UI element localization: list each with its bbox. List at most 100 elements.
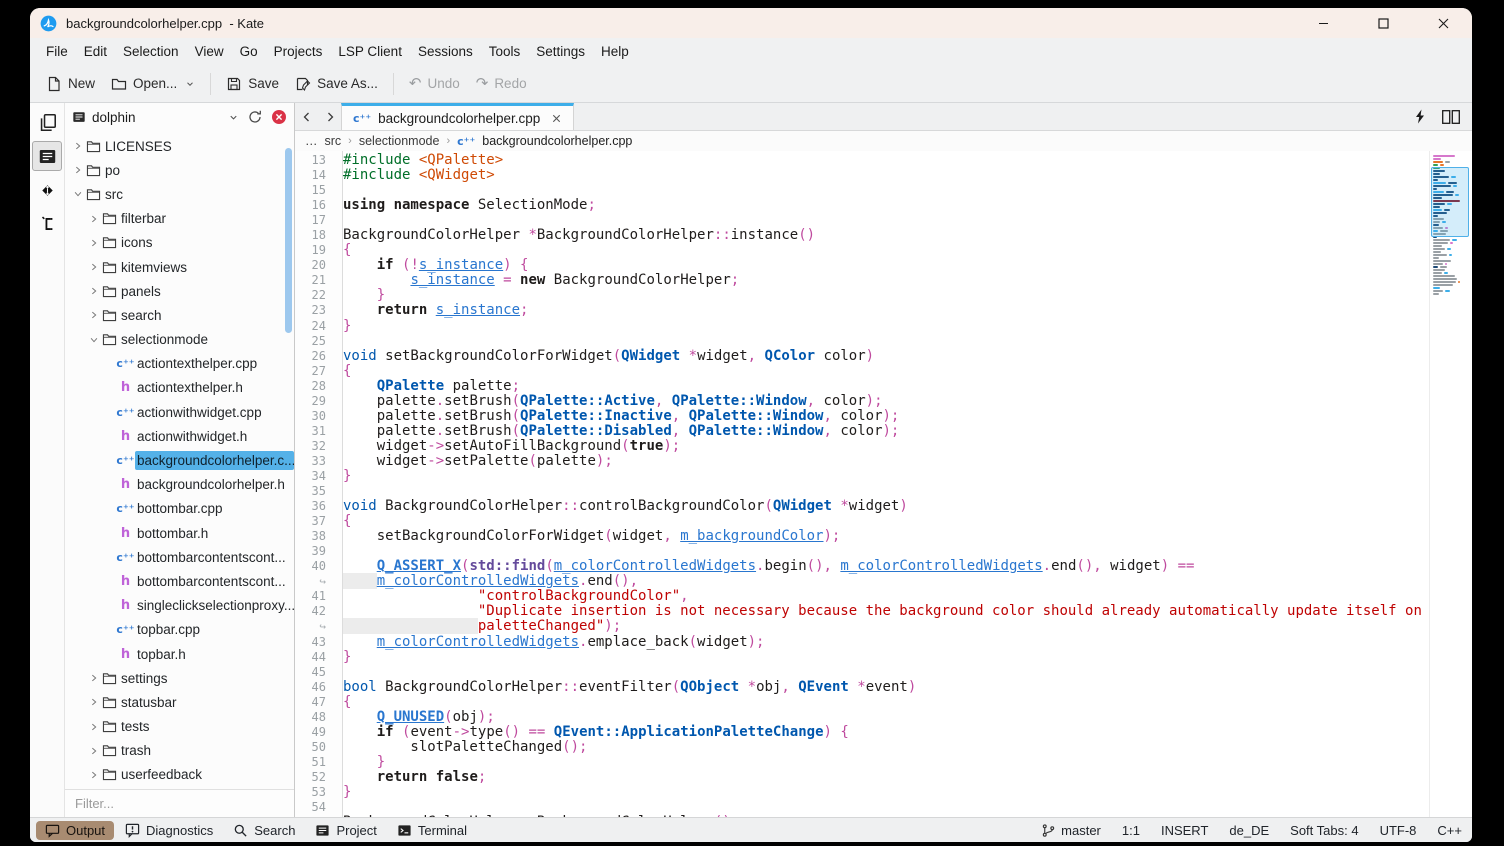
tree-file-actionwithwidget-cpp[interactable]: c⁺⁺actionwithwidget.cpp — [65, 400, 294, 424]
toolview-button-documents-icon[interactable] — [32, 107, 62, 137]
open--button[interactable]: Open... — [103, 71, 203, 97]
tree-folder-userfeedback[interactable]: userfeedback — [65, 763, 294, 787]
minimap-row — [1433, 245, 1472, 247]
tree-file-topbar-cpp[interactable]: c⁺⁺topbar.cpp — [65, 618, 294, 642]
toolview-button-git-icon[interactable] — [32, 175, 62, 205]
tree-file-bottombarcontentscont-[interactable]: hbottombarcontentscont... — [65, 569, 294, 593]
tree-folder-selectionmode[interactable]: selectionmode — [65, 328, 294, 352]
toolview-terminal-button[interactable]: Terminal — [388, 821, 476, 840]
status-de-de[interactable]: de_DE — [1229, 823, 1269, 838]
tree-folder-icons[interactable]: icons — [65, 231, 294, 255]
chevron-down-icon[interactable] — [87, 333, 100, 346]
status-soft-tabs-4[interactable]: Soft Tabs: 4 — [1290, 823, 1358, 838]
redo-button[interactable]: ↷Redo — [468, 71, 535, 96]
menu-go[interactable]: Go — [232, 40, 266, 63]
tree-file-bottombar-h[interactable]: hbottombar.h — [65, 521, 294, 545]
status-c-[interactable]: C++ — [1437, 823, 1462, 838]
menu-sessions[interactable]: Sessions — [410, 40, 481, 63]
tree-folder-src[interactable]: src — [65, 182, 294, 206]
titlebar[interactable]: backgroundcolorhelper.cpp - Kate — [30, 8, 1472, 38]
tree-file-actionwithwidget-h[interactable]: hactionwithwidget.h — [65, 424, 294, 448]
toolview-project-button[interactable]: Project — [306, 821, 385, 840]
tree-file-bottombar-cpp[interactable]: c⁺⁺bottombar.cpp — [65, 497, 294, 521]
menu-selection[interactable]: Selection — [115, 40, 187, 63]
quick-open-bolt-icon[interactable] — [1414, 109, 1426, 124]
maximize-button[interactable] — [1370, 12, 1396, 34]
tree-folder-search[interactable]: search — [65, 303, 294, 327]
menu-help[interactable]: Help — [593, 40, 637, 63]
chevron-right-icon[interactable] — [87, 672, 100, 685]
status-insert[interactable]: INSERT — [1161, 823, 1208, 838]
tree-file-backgroundcolorhelper-c-[interactable]: c⁺⁺backgroundcolorhelper.c... — [65, 448, 294, 472]
tree-folder-po[interactable]: po — [65, 158, 294, 182]
chevron-right-icon[interactable] — [87, 236, 100, 249]
chevron-right-icon[interactable] — [87, 285, 100, 298]
tree-file-singleclickselectionproxy-[interactable]: hsingleclickselectionproxy... — [65, 594, 294, 618]
tree-file-bottombarcontentscont-[interactable]: c⁺⁺bottombarcontentscont... — [65, 545, 294, 569]
code-editor[interactable]: 1314151617181920212223242526272829303132… — [295, 151, 1472, 817]
status-master[interactable]: master — [1041, 823, 1101, 838]
menu-settings[interactable]: Settings — [528, 40, 593, 63]
chevron-right-icon[interactable] — [71, 164, 84, 177]
toolview-button-symbols-icon[interactable] — [32, 209, 62, 239]
project-file-tree[interactable]: LICENSESposrcfilterbariconskitemviewspan… — [65, 131, 294, 789]
new-button[interactable]: New — [38, 71, 103, 97]
menu-projects[interactable]: Projects — [266, 40, 331, 63]
tree-file-actiontexthelper-cpp[interactable]: c⁺⁺actiontexthelper.cpp — [65, 352, 294, 376]
save-as--button[interactable]: Save As... — [287, 71, 386, 97]
tab-backgroundcolorhelper-cpp[interactable]: c⁺⁺ backgroundcolorhelper.cpp — [341, 103, 574, 130]
chevron-down-icon[interactable] — [71, 188, 84, 201]
history-forward-button[interactable] — [318, 103, 341, 130]
tree-file-actiontexthelper-h[interactable]: hactiontexthelper.h — [65, 376, 294, 400]
tree-folder-panels[interactable]: panels — [65, 279, 294, 303]
split-view-icon[interactable] — [1442, 110, 1460, 124]
menu-edit[interactable]: Edit — [76, 40, 115, 63]
chevron-down-icon[interactable] — [185, 79, 195, 89]
tree-scrollbar[interactable] — [285, 148, 292, 333]
breadcrumb-segment[interactable]: … — [305, 134, 318, 148]
chevron-right-icon[interactable] — [87, 768, 100, 781]
chevron-right-icon[interactable] — [87, 696, 100, 709]
history-back-button[interactable] — [295, 103, 318, 130]
tree-file-backgroundcolorhelper-h[interactable]: hbackgroundcolorhelper.h — [65, 473, 294, 497]
chevron-right-icon[interactable] — [87, 309, 100, 322]
folder-icon — [100, 768, 119, 781]
tab-close-icon[interactable] — [551, 113, 562, 124]
tree-folder-filterbar[interactable]: filterbar — [65, 207, 294, 231]
close-project-button[interactable] — [271, 109, 287, 125]
chevron-right-icon[interactable] — [87, 744, 100, 757]
tree-folder-kitemviews[interactable]: kitemviews — [65, 255, 294, 279]
chevron-right-icon[interactable] — [87, 261, 100, 274]
minimap[interactable] — [1429, 151, 1472, 817]
menu-lsp-client[interactable]: LSP Client — [330, 40, 410, 63]
project-selector[interactable]: dolphin — [72, 110, 239, 125]
menu-tools[interactable]: Tools — [481, 40, 529, 63]
chevron-right-icon[interactable] — [87, 212, 100, 225]
chevron-right-icon[interactable] — [71, 140, 84, 153]
toolview-search-button[interactable]: Search — [224, 821, 304, 840]
tree-folder-tests[interactable]: tests — [65, 715, 294, 739]
toolview-output-button[interactable]: Output — [36, 821, 114, 840]
breadcrumb-segment[interactable]: src — [325, 134, 342, 148]
minimap-viewport[interactable] — [1431, 167, 1469, 237]
chevron-right-icon[interactable] — [87, 720, 100, 733]
minimize-button[interactable] — [1310, 12, 1336, 34]
menu-file[interactable]: File — [38, 40, 76, 63]
toolview-button-project-list-icon[interactable] — [32, 141, 62, 171]
breadcrumb-segment[interactable]: backgroundcolorhelper.cpp — [482, 134, 632, 148]
tree-folder-licenses[interactable]: LICENSES — [65, 134, 294, 158]
breadcrumb-segment[interactable]: selectionmode — [359, 134, 440, 148]
status-1-1[interactable]: 1:1 — [1122, 823, 1140, 838]
save-button[interactable]: Save — [218, 71, 287, 97]
tree-file-topbar-h[interactable]: htopbar.h — [65, 642, 294, 666]
toolview-diagnostics-button[interactable]: Diagnostics — [116, 821, 222, 840]
reload-project-button[interactable] — [247, 109, 263, 125]
tree-folder-statusbar[interactable]: statusbar — [65, 690, 294, 714]
close-button[interactable] — [1430, 12, 1456, 34]
undo-button[interactable]: ↶Undo — [401, 71, 468, 96]
tree-folder-trash[interactable]: trash — [65, 739, 294, 763]
project-filter-input[interactable] — [73, 795, 286, 812]
status-utf-8[interactable]: UTF-8 — [1380, 823, 1417, 838]
menu-view[interactable]: View — [187, 40, 232, 63]
tree-folder-settings[interactable]: settings — [65, 666, 294, 690]
